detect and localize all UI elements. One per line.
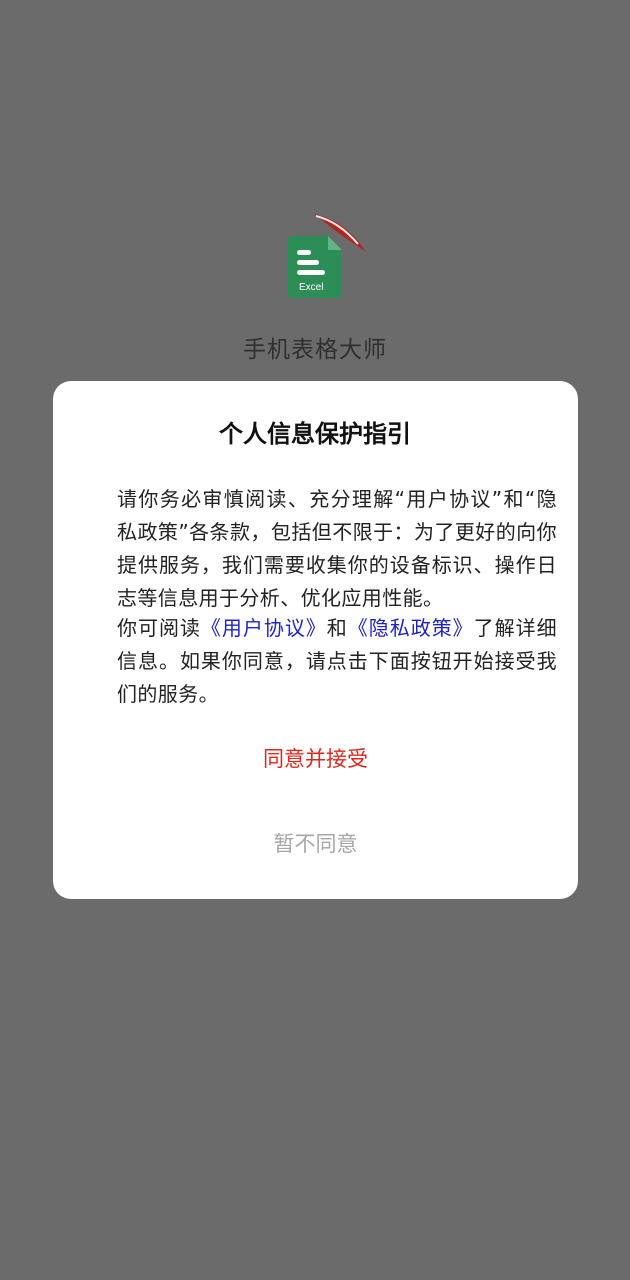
paragraph-2-text: 你可阅读《用户协议》和《隐私政策》了解详细信息。如果你同意，请点击下面按钮开始接… bbox=[73, 612, 557, 711]
splash-screen: Excel 手机表格大师 bbox=[0, 0, 630, 380]
disagree-button[interactable]: 暂不同意 bbox=[53, 822, 578, 866]
agree-button[interactable]: 同意并接受 bbox=[53, 737, 578, 781]
app-name: 手机表格大师 bbox=[243, 337, 387, 363]
privacy-policy-link[interactable]: 《隐私政策》 bbox=[348, 616, 474, 640]
dialog-paragraph-1: 请你务必审慎阅读、充分理解“用户协议”和“隐私政策”各条款，包括但不限于：为了更… bbox=[73, 483, 557, 615]
dialog-paragraph-2: 你可阅读《用户协议》和《隐私政策》了解详细信息。如果你同意，请点击下面按钮开始接… bbox=[73, 612, 557, 711]
dialog-title: 个人信息保护指引 bbox=[219, 420, 411, 448]
excel-icon-label: Excel bbox=[299, 282, 323, 293]
paragraph-2-prefix: 你可阅读 bbox=[117, 616, 201, 640]
excel-file-icon: Excel bbox=[288, 236, 342, 298]
paragraph-1-text: 请你务必审慎阅读、充分理解“用户协议”和“隐私政策”各条款，包括但不限于：为了更… bbox=[117, 487, 557, 610]
user-agreement-link[interactable]: 《用户协议》 bbox=[201, 616, 327, 640]
paragraph-2-middle: 和 bbox=[326, 616, 348, 640]
